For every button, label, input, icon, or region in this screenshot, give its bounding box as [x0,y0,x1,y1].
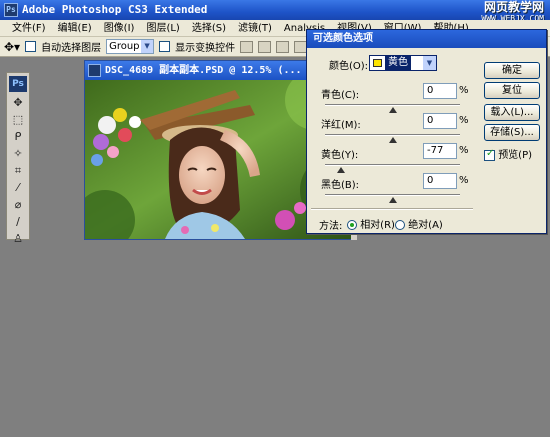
method-absolute-option[interactable]: 绝对(A) [395,216,443,231]
dialog-title[interactable]: 可选颜色选项 [307,30,546,48]
app-title-bar: Ps Adobe Photoshop CS3 Extended 网页教学网 WW… [0,0,550,23]
yellow-slider-thumb[interactable] [336,167,345,173]
cyan-value-input[interactable]: 0 [423,83,457,99]
eyedropper-tool-icon[interactable]: ⁄ [9,180,27,195]
menu-image[interactable]: 图像(I) [98,20,141,37]
stamp-tool-icon[interactable]: ♙ [9,231,27,246]
watermark-line1: 网页教学网 [483,0,544,14]
preview-checkbox[interactable] [484,148,495,161]
black-percent: % [459,175,469,186]
load-button[interactable]: 载入(L)... [484,104,540,121]
auto-select-dropdown[interactable]: Group ▼ [106,39,155,54]
yellow-slider[interactable] [325,164,460,173]
show-transform-label: 显示变换控件 [175,43,236,54]
align-middle-icon[interactable] [258,40,272,53]
magenta-slider[interactable] [325,134,460,143]
color-label: 颜色(O): [329,61,369,72]
black-value-input[interactable]: 0 [423,173,457,189]
toolbox: Ps ✥ ⬚ ᑭ ✧ ⌗ ⁄ ⌀ ∕ ♙ [6,72,30,245]
document-title: DSC_4689 副本副本.PSD @ 12.5% (... [105,65,302,76]
method-relative-label: 相对(R) [360,220,395,231]
method-absolute-radio[interactable] [395,220,405,230]
black-label: 黑色(B): [321,180,360,191]
marquee-tool-icon[interactable]: ⬚ [9,112,27,127]
move-tool-icon[interactable]: ✥▾ [4,40,20,54]
yellow-percent: % [459,145,469,156]
lasso-tool-icon[interactable]: ᑭ [9,129,27,144]
method-absolute-label: 绝对(A) [408,220,443,231]
color-dropdown[interactable]: 黄色 ▼ [369,55,437,71]
ps-logo-icon: Ps [9,76,27,92]
preview-label: 预览(P) [498,150,533,161]
black-slider-thumb[interactable] [388,197,397,203]
magenta-percent: % [459,115,469,126]
magenta-label: 洋红(M): [321,120,361,131]
brush-tool-icon[interactable]: ∕ [9,214,27,229]
preview-option[interactable]: 预览(P) [484,146,532,161]
ok-button[interactable]: 确定 [484,62,540,79]
move-tool-icon[interactable]: ✥ [9,95,27,110]
cyan-slider[interactable] [325,104,460,113]
chevron-down-icon: ▼ [423,56,436,70]
healing-brush-tool-icon[interactable]: ⌀ [9,197,27,212]
yellow-value-input[interactable]: -77 [423,143,457,159]
dialog-divider [311,208,473,210]
cyan-slider-thumb[interactable] [388,107,397,113]
auto-select-value: Group [109,41,140,52]
align-bottom-icon[interactable] [276,40,290,53]
auto-select-checkbox[interactable] [25,41,37,52]
color-dropdown-value: 黄色 [385,56,411,70]
method-relative-radio[interactable] [347,220,357,230]
chevron-down-icon: ▼ [141,40,154,53]
black-slider[interactable] [325,194,460,203]
align-top-icon[interactable] [240,40,254,53]
reset-button[interactable]: 复位 [484,82,540,99]
save-button[interactable]: 存储(S)... [484,124,540,141]
document-icon [88,64,101,77]
menu-edit[interactable]: 编辑(E) [52,20,98,37]
menu-file[interactable]: 文件(F) [6,20,52,37]
method-relative-option[interactable]: 相对(R) [347,216,395,231]
method-label: 方法: [319,221,343,232]
menu-layer[interactable]: 图层(L) [140,20,185,37]
menu-select[interactable]: 选择(S) [186,20,232,37]
app-title: Adobe Photoshop CS3 Extended [22,3,208,16]
yellow-label: 黄色(Y): [321,150,359,161]
magenta-slider-thumb[interactable] [388,137,397,143]
show-transform-checkbox[interactable] [159,41,171,52]
crop-tool-icon[interactable]: ⌗ [9,163,27,178]
cyan-label: 青色(C): [321,90,360,101]
selective-color-dialog: 可选颜色选项 颜色(O): 黄色 ▼ 青色(C): 0 % 洋红(M): 0 %… [306,29,547,234]
yellow-swatch-icon [373,59,382,67]
magenta-value-input[interactable]: 0 [423,113,457,129]
photoshop-app-icon: Ps [4,3,18,17]
menu-filter[interactable]: 滤镜(T) [232,20,278,37]
magic-wand-tool-icon[interactable]: ✧ [9,146,27,161]
cyan-percent: % [459,85,469,96]
auto-select-label: 自动选择图层 [41,43,102,54]
